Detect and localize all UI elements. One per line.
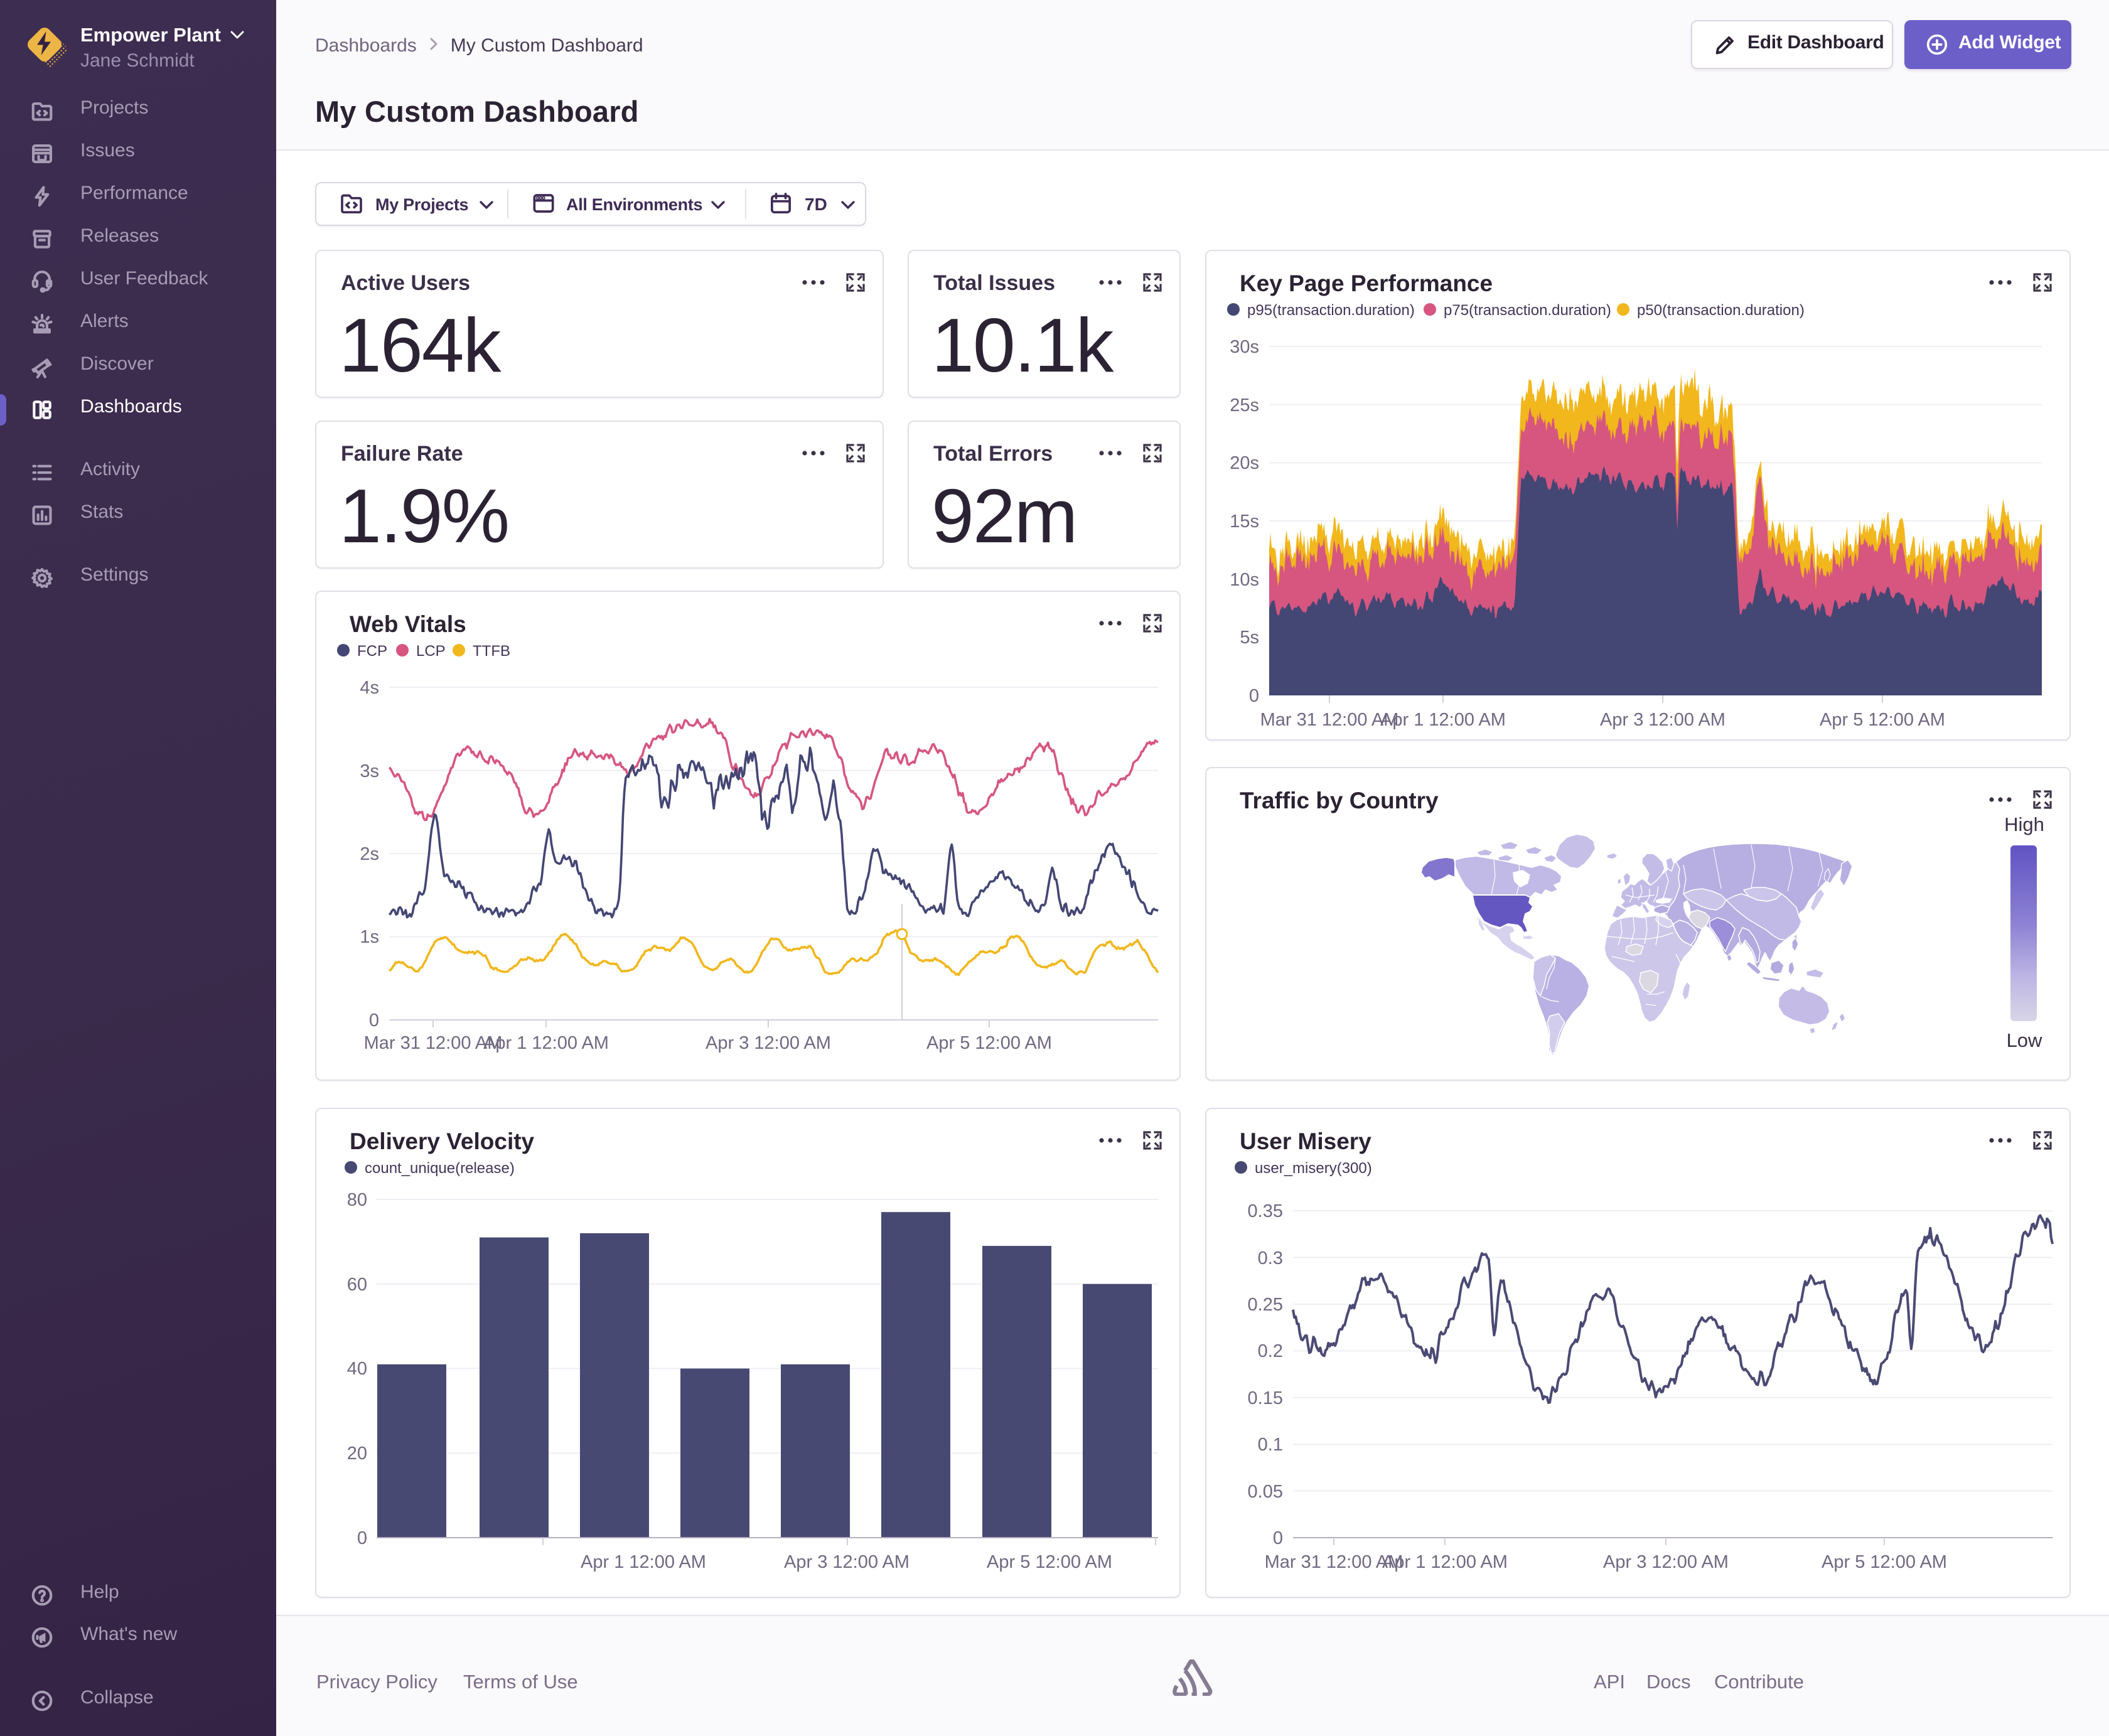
svg-text:Delivery Velocity: Delivery Velocity xyxy=(350,1128,535,1154)
svg-text:Apr 3 12:00 AM: Apr 3 12:00 AM xyxy=(1600,710,1725,730)
svg-text:FCP: FCP xyxy=(357,643,387,660)
svg-text:User Misery: User Misery xyxy=(1240,1128,1371,1154)
svg-text:60: 60 xyxy=(347,1275,367,1295)
svg-text:count_unique(release): count_unique(release) xyxy=(365,1160,515,1177)
svg-text:Web Vitals: Web Vitals xyxy=(350,611,466,637)
svg-text:0: 0 xyxy=(1273,1528,1283,1548)
svg-text:Apr 1 12:00 AM: Apr 1 12:00 AM xyxy=(1380,710,1506,730)
svg-text:30s: 30s xyxy=(1230,337,1259,357)
svg-text:Active Users: Active Users xyxy=(341,271,470,295)
svg-text:Apr 1 12:00 AM: Apr 1 12:00 AM xyxy=(483,1033,609,1053)
svg-text:10s: 10s xyxy=(1230,570,1259,590)
svg-text:Key Page Performance: Key Page Performance xyxy=(1240,271,1493,296)
svg-text:Apr 5 12:00 AM: Apr 5 12:00 AM xyxy=(987,1552,1112,1572)
svg-text:LCP: LCP xyxy=(416,643,446,660)
svg-text:5s: 5s xyxy=(1240,628,1259,648)
svg-text:3s: 3s xyxy=(360,761,379,781)
svg-text:25s: 25s xyxy=(1230,395,1259,415)
svg-text:Traffic by Country: Traffic by Country xyxy=(1240,788,1439,813)
svg-text:1s: 1s xyxy=(360,927,379,947)
svg-text:Apr 1 12:00 AM: Apr 1 12:00 AM xyxy=(1382,1552,1508,1572)
svg-text:p50(transaction.duration): p50(transaction.duration) xyxy=(1637,302,1805,319)
svg-text:92m: 92m xyxy=(931,473,1076,559)
svg-text:0: 0 xyxy=(357,1528,367,1548)
svg-text:0.15: 0.15 xyxy=(1248,1388,1283,1408)
svg-text:Apr 5 12:00 AM: Apr 5 12:00 AM xyxy=(1822,1552,1947,1572)
svg-text:Apr 3 12:00 AM: Apr 3 12:00 AM xyxy=(1603,1552,1729,1572)
svg-text:p95(transaction.duration): p95(transaction.duration) xyxy=(1247,302,1415,319)
svg-text:164k: 164k xyxy=(339,303,502,388)
svg-text:Total Errors: Total Errors xyxy=(933,442,1053,466)
svg-text:Total Issues: Total Issues xyxy=(933,271,1055,295)
svg-text:2s: 2s xyxy=(360,844,379,864)
svg-text:Apr 3 12:00 AM: Apr 3 12:00 AM xyxy=(706,1033,831,1053)
svg-text:20s: 20s xyxy=(1230,453,1259,473)
svg-text:TTFB: TTFB xyxy=(473,643,510,660)
svg-text:Failure Rate: Failure Rate xyxy=(341,442,463,466)
svg-text:80: 80 xyxy=(347,1190,367,1210)
svg-text:Mar 31 12:00 AM: Mar 31 12:00 AM xyxy=(1260,710,1399,730)
svg-text:Apr 5 12:00 AM: Apr 5 12:00 AM xyxy=(926,1033,1052,1053)
svg-text:user_misery(300): user_misery(300) xyxy=(1255,1160,1372,1177)
svg-text:40: 40 xyxy=(347,1359,367,1379)
svg-text:0.25: 0.25 xyxy=(1248,1295,1283,1315)
svg-text:0.3: 0.3 xyxy=(1258,1248,1283,1268)
svg-text:Apr 5 12:00 AM: Apr 5 12:00 AM xyxy=(1820,710,1945,730)
svg-text:Apr 1 12:00 AM: Apr 1 12:00 AM xyxy=(581,1552,706,1572)
svg-text:0.05: 0.05 xyxy=(1248,1482,1283,1502)
svg-text:0.35: 0.35 xyxy=(1248,1201,1283,1221)
svg-text:1.9%: 1.9% xyxy=(339,473,508,559)
svg-text:0: 0 xyxy=(1249,686,1259,706)
svg-text:Apr 3 12:00 AM: Apr 3 12:00 AM xyxy=(784,1552,910,1572)
svg-text:0.1: 0.1 xyxy=(1258,1435,1283,1455)
svg-text:0: 0 xyxy=(369,1010,379,1031)
svg-text:p75(transaction.duration): p75(transaction.duration) xyxy=(1444,302,1611,319)
svg-text:15s: 15s xyxy=(1230,512,1259,532)
svg-text:0.2: 0.2 xyxy=(1258,1341,1283,1361)
svg-text:Mar 31 12:00 AM: Mar 31 12:00 AM xyxy=(364,1033,503,1053)
svg-text:10.1k: 10.1k xyxy=(931,303,1114,388)
svg-text:4s: 4s xyxy=(360,678,379,698)
svg-text:20: 20 xyxy=(347,1444,367,1464)
